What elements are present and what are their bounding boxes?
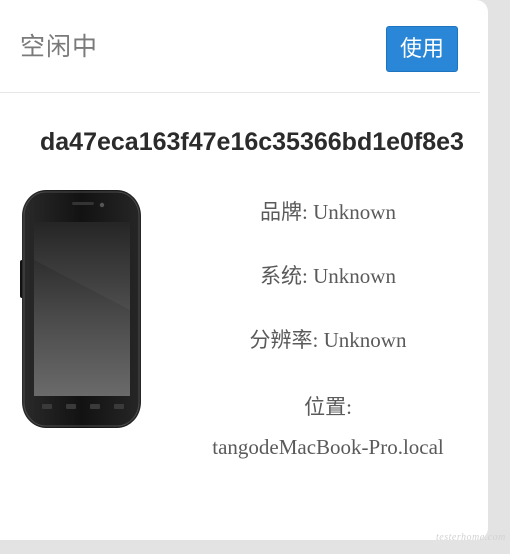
location-value: tangodeMacBook-Pro.local xyxy=(212,435,444,459)
card-header: 空闲中 使用 xyxy=(0,0,480,93)
location-label: 位置: xyxy=(304,395,352,419)
watermark: testerhome.com xyxy=(436,532,506,543)
device-id: da47eca163f47e16c35366bd1e0f8e3 xyxy=(40,128,464,156)
resolution-info: 分辨率: Unknown xyxy=(249,328,407,352)
system-info: 系统: Unknown xyxy=(260,264,396,288)
device-card: 空闲中 使用 da47eca163f47e16c35366bd1e0f8e3 品… xyxy=(0,0,488,540)
brand-info: 品牌: Unknown xyxy=(260,200,396,224)
device-status: 空闲中 xyxy=(20,33,99,61)
phone-image xyxy=(18,190,143,433)
use-button[interactable]: 使用 xyxy=(386,26,458,72)
